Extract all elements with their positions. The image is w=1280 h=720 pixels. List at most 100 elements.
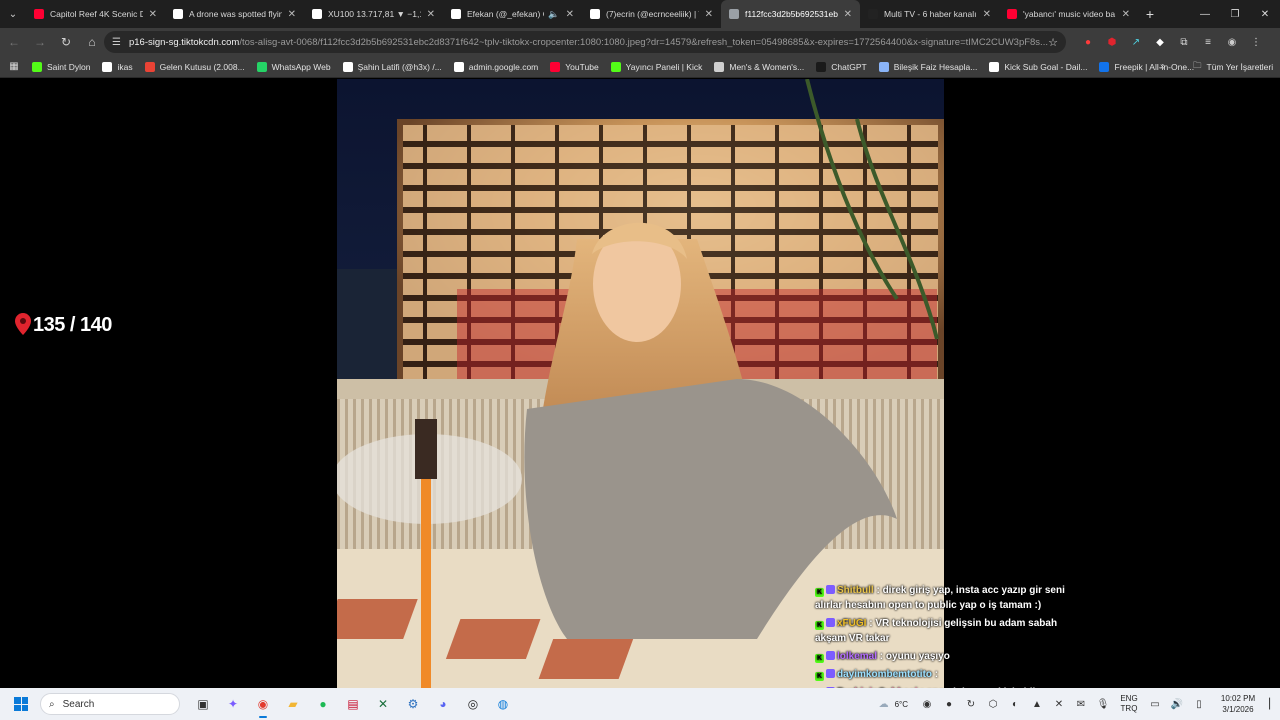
bookmark-item[interactable]: ChatGPT [816,61,867,72]
chat-message: Klolkemal : oyunu yaşıyo [815,649,1075,664]
bookmark-label: Yayıncı Paneli | Kick [625,61,703,72]
tray-chrome-icon[interactable]: ◉ [916,699,938,710]
tab-audio-icon[interactable]: 🔈 [548,9,559,20]
minimize-icon[interactable]: — [1190,0,1220,28]
chat-message: KxFUGI : VR teknolojisi gelişsin bu adam… [815,616,1075,646]
browser-tab[interactable]: XU100 13.717,81 ▼ −1,16% ✕ [304,0,443,28]
tab-close-icon[interactable]: ✕ [566,9,574,20]
bookmark-label: Saint Dylon [47,61,91,72]
restore-icon[interactable]: ❐ [1220,0,1250,28]
bookmarks-overflow-icon[interactable]: » [1160,61,1166,72]
bookmark-item[interactable]: ikas [102,61,133,72]
chat-username[interactable]: Shitbull [837,585,874,596]
copilot-icon[interactable]: ✦ [218,690,248,718]
spotify-icon[interactable]: ● [308,690,338,718]
bookmark-item[interactable]: Freepik | All-in-One... [1099,61,1194,72]
volume-icon[interactable]: 🔊 [1166,699,1188,710]
tab-close-icon[interactable]: ✕ [1122,9,1130,20]
clock-time: 10:02 PM [1220,694,1256,703]
reload-button[interactable]: ↻ [54,30,78,54]
bookmark-star-icon[interactable]: ☆ [1048,36,1058,49]
browser-tab[interactable]: Multi TV - 6 haber kanalı ✕ [860,0,999,28]
tray-steam-icon[interactable]: ◐ [1004,699,1026,710]
whatsapp-icon [256,61,267,72]
tray-mail-icon[interactable]: ✉ [1070,699,1092,710]
bookmark-item[interactable]: WhatsApp Web [256,61,331,72]
weather-icon[interactable]: ☁ [873,699,895,710]
discord-icon[interactable]: ◕ [428,690,458,718]
tray-nvidia-icon[interactable]: ▲ [1026,699,1048,710]
browser-tab[interactable]: 'yabancı' music video ba ✕ [999,0,1138,28]
new-tab-button[interactable]: + [1138,6,1162,22]
xbox-app-icon[interactable]: ✕ [368,690,398,718]
tab-close-icon[interactable]: ✕ [844,9,852,20]
home-button[interactable]: ⌂ [80,30,104,54]
tab-close-icon[interactable]: ✕ [983,9,991,20]
windows-start-button[interactable] [10,693,32,715]
input-language[interactable]: ENG TRQ [1114,694,1144,714]
chrome-icon[interactable]: ◉ [248,690,278,718]
browser-tab[interactable]: Capitol Reef 4K Scenic Drive ✕ [26,0,165,28]
back-button[interactable]: ← [2,30,26,54]
battery-icon[interactable]: ▯ [1188,699,1210,710]
bookmark-item[interactable]: YouTube [550,61,599,72]
file-explorer-icon[interactable]: ▰ [278,690,308,718]
menu-kebab-icon[interactable]: ⋮ [1244,37,1268,48]
bolt-icon [102,61,113,72]
bookmark-item[interactable]: Bileşik Faiz Hesapla... [878,61,977,72]
network-icon[interactable]: ▭ [1144,699,1166,710]
bookmark-item[interactable]: Gelen Kutusu (2.008... [144,61,245,72]
obs-icon[interactable]: ◎ [458,690,488,718]
tab-search-button[interactable]: ⌄ [0,0,26,28]
extension-red-icon[interactable]: ● [1076,37,1100,48]
system-tray: ☁ 6°C ◉ ● ↻ ⬡ ◐ ▲ ✕ ✉ 🎙 ENG TRQ ▭ 🔊 ▯ 10… [873,688,1280,720]
tab-close-icon[interactable]: ✕ [149,9,157,20]
browser-tab[interactable]: f112fcc3d2b5b692531ebc2d ✕ [721,0,860,28]
taskbar-search-box[interactable]: ⌕ Search [40,693,180,715]
extension-shield-icon[interactable]: ⬢ [1100,37,1124,48]
browser-tab[interactable]: A drone was spotted flying ✕ [165,0,304,28]
tray-circle-icon[interactable]: ● [938,699,960,710]
bookmark-item[interactable]: admin.google.com [453,61,538,72]
subscriber-badge-icon [826,651,835,660]
site-info-icon[interactable]: ☰ [112,37,121,48]
settings-icon[interactable]: ⚙ [398,690,428,718]
tray-sync-icon[interactable]: ↻ [960,699,982,710]
progress-counter: 135 / 140 [15,313,112,337]
tray-shield-icon[interactable]: ⬡ [982,699,1004,710]
forward-button[interactable]: → [28,30,52,54]
bookmark-item[interactable]: Yayıncı Paneli | Kick [610,61,703,72]
close-window-icon[interactable]: ✕ [1250,0,1280,28]
tab-close-icon[interactable]: ✕ [705,9,713,20]
tiktok-icon [451,9,461,19]
bookmark-item[interactable]: Kick Sub Goal - Dail... [989,61,1087,72]
chat-username[interactable]: lolkemal [837,651,877,662]
chat-username[interactable]: xFUGI [837,618,866,629]
browser-tab[interactable]: (7)ecrin (@ecrnceeliik) | TikTok ✕ [582,0,721,28]
bookmark-item[interactable]: Saint Dylon [32,61,91,72]
bookmark-item[interactable]: Şahin Latifi (@h3x) /... [342,61,442,72]
image-viewer: 135 / 140 K Shitbull : direk giriş yap, i… [0,79,1280,688]
extension-diamond-icon[interactable]: ◆ [1148,37,1172,48]
profile-avatar[interactable]: ◉ [1220,37,1244,48]
chatgpt-icon [816,61,827,72]
tab-close-icon[interactable]: ✕ [427,9,435,20]
browser-tab[interactable]: Efekan (@_efekan) CA 🔈 ✕ [443,0,582,28]
address-bar[interactable]: ☰ p16-sign-sg.tiktokcdn.com /tos-alisg-a… [104,31,1066,53]
bookmark-item[interactable]: Men's & Women's... [714,61,804,72]
all-bookmarks-folder[interactable]: 🗀 Tüm Yer İşaretleri [1193,56,1273,78]
task-view-icon[interactable]: ▣ [188,690,218,718]
tray-xbox-icon[interactable]: ✕ [1048,699,1070,710]
notifications-icon[interactable]: ▏ [1266,699,1280,710]
extension-arrows-icon[interactable]: ↗ [1124,37,1148,48]
system-clock[interactable]: 10:02 PM 3/1/2026 [1210,693,1266,715]
media-player-icon[interactable]: ▤ [338,690,368,718]
extensions-puzzle-icon[interactable]: ⧉ [1172,37,1196,48]
tab-close-icon[interactable]: ✕ [288,9,296,20]
location-pin-icon [15,313,31,335]
messenger-icon[interactable]: ◍ [488,690,518,718]
microphone-icon[interactable]: 🎙 [1092,699,1114,710]
apps-grid-icon[interactable]: ▦ [0,61,28,72]
chat-username[interactable]: dayimkombemtotito [837,669,932,680]
media-controls-icon[interactable]: ≡ [1196,37,1220,48]
